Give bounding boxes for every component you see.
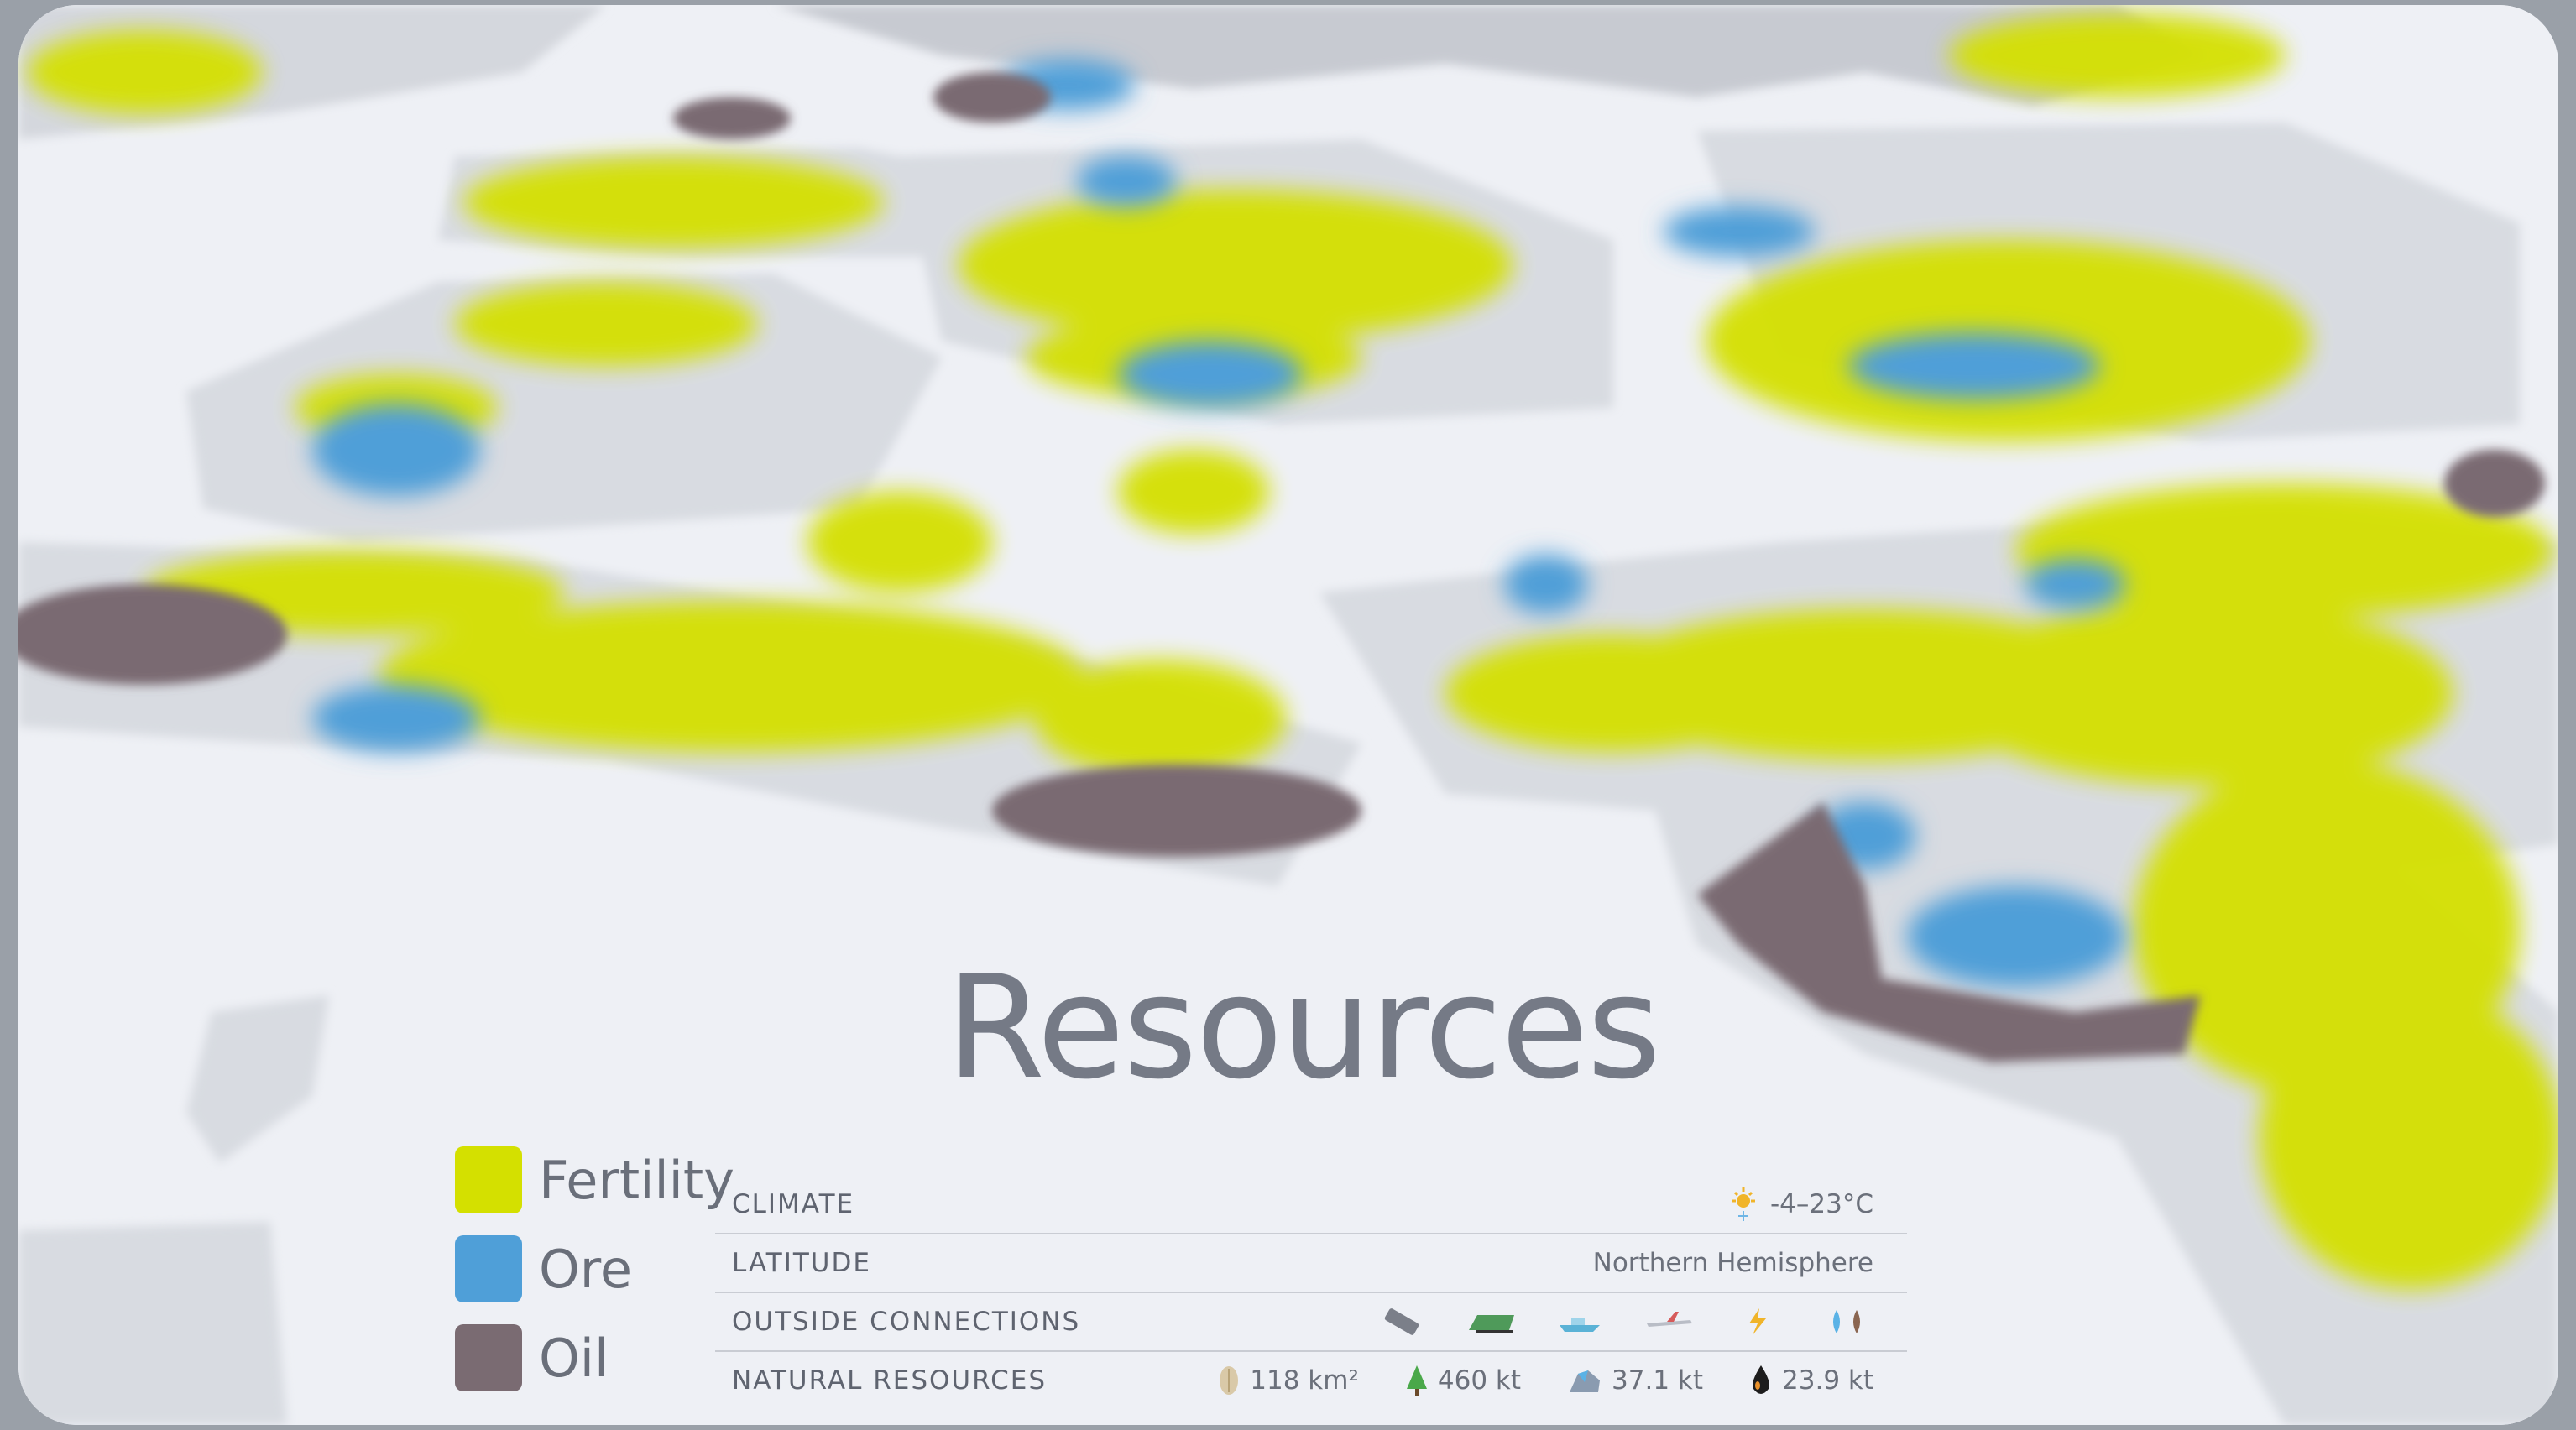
legend-item-ore: Ore	[455, 1231, 734, 1307]
climate-value: -4–23°C	[1769, 1189, 1873, 1219]
ore-swatch	[455, 1235, 522, 1302]
natural-resources-row: NATURAL RESOURCES 118 km² 460 kt 37.1 kt…	[715, 1352, 1907, 1409]
latitude-value: Northern Hemisphere	[1592, 1248, 1873, 1278]
ore-icon	[1570, 1370, 1601, 1392]
airplane-icon	[1647, 1312, 1692, 1327]
climate-value-wrap: -4–23°C	[1728, 1187, 1907, 1221]
oil-drop-icon	[1753, 1365, 1769, 1394]
climate-row: CLIMATE -4–23°C	[715, 1176, 1907, 1234]
outside-connections-icons	[1351, 1307, 1907, 1337]
forest-icon	[1406, 1365, 1427, 1396]
outside-connections-row: OUTSIDE CONNECTIONS	[715, 1293, 1907, 1352]
latitude-label: LATITUDE	[732, 1248, 871, 1278]
map-info-panel: CLIMATE -4–23°C LATITUDE Northern Hemisp…	[715, 1176, 1907, 1409]
ore-item: 37.1 kt	[1566, 1364, 1703, 1397]
fertile-land-icon	[1220, 1366, 1239, 1395]
game-viewport: Resources Fertility Ore Oil CLIMATE -4–2…	[18, 5, 2558, 1425]
legend-item-oil: Oil	[455, 1320, 734, 1396]
train-icon	[1469, 1315, 1514, 1333]
ship-icon	[1560, 1318, 1600, 1332]
oil-swatch	[455, 1324, 522, 1391]
fertility-swatch	[455, 1146, 522, 1213]
oil-value: 23.9 kt	[1782, 1365, 1873, 1396]
forest-item: 460 kt	[1404, 1364, 1521, 1397]
water-sewage-icon	[1833, 1310, 1860, 1333]
road-icon	[1384, 1308, 1419, 1335]
latitude-row: LATITUDE Northern Hemisphere	[715, 1234, 1907, 1293]
forest-value: 460 kt	[1437, 1365, 1522, 1396]
legend-label: Ore	[539, 1238, 633, 1300]
outside-connections-label: OUTSIDE CONNECTIONS	[732, 1307, 1081, 1337]
sun-snowflake-icon	[1731, 1187, 1755, 1221]
climate-label: CLIMATE	[732, 1189, 855, 1219]
fertile-land-item: 118 km²	[1216, 1364, 1359, 1397]
legend: Fertility Ore Oil	[455, 1142, 734, 1409]
page-title: Resources	[945, 945, 1661, 1111]
oil-item: 23.9 kt	[1748, 1364, 1873, 1397]
natural-resources-values: 118 km² 460 kt 37.1 kt 23.9 kt	[1183, 1364, 1907, 1397]
ore-value: 37.1 kt	[1612, 1365, 1704, 1396]
legend-label: Oil	[539, 1327, 609, 1389]
legend-label: Fertility	[539, 1149, 734, 1211]
legend-item-fertility: Fertility	[455, 1142, 734, 1218]
natural-resources-label: NATURAL RESOURCES	[732, 1365, 1048, 1396]
electricity-icon	[1749, 1308, 1766, 1335]
fertile-land-value: 118 km²	[1250, 1365, 1359, 1396]
